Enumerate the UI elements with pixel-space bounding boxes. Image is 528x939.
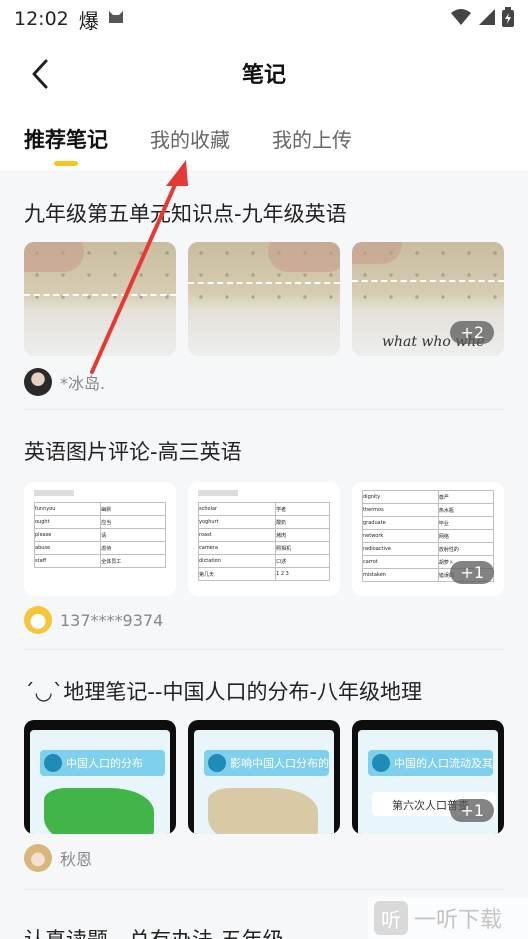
tab-my-uploads[interactable]: 我的上传 (272, 108, 352, 170)
note-image[interactable]: 中国的人口流动及其 第六次人口普查 +1 (352, 720, 504, 834)
cat-icon (107, 8, 125, 31)
note-card[interactable]: 九年级第五单元知识点-九年级英语 what who whe +2 *冰岛. (0, 170, 528, 410)
note-image[interactable]: what who whe +2 (352, 242, 504, 356)
avatar (24, 368, 52, 396)
status-time: 12:02 (14, 8, 69, 30)
more-images-badge: +2 (450, 321, 494, 344)
notes-feed: 九年级第五单元知识点-九年级英语 what who whe +2 *冰岛. 英语… (0, 170, 528, 939)
explosion-icon: 爆 (78, 8, 99, 33)
note-thumbnails: what who whe +2 (24, 242, 504, 356)
more-images-badge: +1 (450, 799, 494, 822)
note-author: 秋恩 (24, 844, 92, 872)
note-author: *冰岛. (24, 368, 105, 396)
battery-icon (502, 6, 514, 32)
more-images-badge: +1 (450, 561, 494, 584)
back-button[interactable] (20, 54, 60, 94)
watermark-text: 一听下载 (414, 908, 503, 933)
note-image[interactable] (24, 242, 176, 356)
note-title: ´◡`地理笔记--中国人口的分布-八年级地理 (24, 680, 423, 704)
nav-bar: 笔记 (0, 38, 528, 108)
tab-my-favorites[interactable]: 我的收藏 (150, 108, 230, 170)
watermark-badge: 听 (374, 901, 408, 935)
note-card[interactable]: ´◡`地理笔记--中国人口的分布-八年级地理 中国人口的分布 影响中国人口分布的… (0, 650, 528, 890)
watermark-logo: 听 一听下载 (368, 897, 528, 939)
tab-bar: 推荐笔记 我的收藏 我的上传 (0, 108, 528, 170)
note-author: 137****9374 (24, 606, 163, 634)
note-image[interactable] (188, 242, 340, 356)
note-title: 认真读题，总有办法-五年级 (24, 924, 284, 939)
note-title: 九年级第五单元知识点-九年级英语 (24, 202, 347, 226)
note-thumbnails: funnyou 幽默 ought 应当 please 请 abuse 虐待 staff 全… (24, 482, 504, 596)
chevron-left-icon (32, 59, 48, 89)
note-image[interactable]: scholar 学者 yoghurt 酸奶 roast 烤肉 camera 照相机 di… (188, 482, 340, 596)
status-bar: 12:02 爆 (0, 0, 528, 38)
author-name: *冰岛. (60, 374, 106, 393)
note-image[interactable]: funnyou 幽默 ought 应当 please 请 abuse 虐待 staff 全… (24, 482, 176, 596)
note-title: 英语图片评论-高三英语 (24, 440, 242, 464)
note-image[interactable]: 中国人口的分布 (24, 720, 176, 834)
avatar (24, 606, 52, 634)
note-image[interactable]: 影响中国人口分布的 (188, 720, 340, 834)
author-name: 秋恩 (60, 850, 93, 869)
note-thumbnails: 中国人口的分布 影响中国人口分布的 中国的人口流动及其 第六次人口普查 +1 (24, 720, 504, 834)
page-title: 笔记 (241, 63, 286, 88)
note-card[interactable]: 英语图片评论-高三英语 funnyou 幽默 ought 应当 please 请 ab… (0, 410, 528, 650)
avatar (24, 844, 52, 872)
author-name: 137****9374 (60, 610, 164, 630)
signal-icon (478, 8, 496, 31)
tab-recommended-notes[interactable]: 推荐笔记 (24, 108, 108, 170)
wifi-icon (450, 8, 472, 31)
note-image[interactable]: dignity 尊严 thermos 热水瓶 graduate 毕业 network 网… (352, 482, 504, 596)
